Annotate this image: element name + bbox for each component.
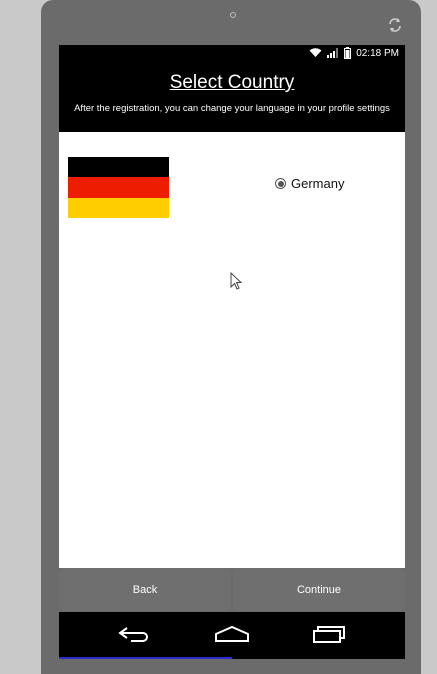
country-list: Germany bbox=[59, 132, 405, 568]
continue-button[interactable]: Continue bbox=[233, 568, 405, 611]
recents-icon[interactable] bbox=[311, 624, 347, 644]
status-bar: 02:18 PM bbox=[59, 45, 405, 63]
rotate-icon[interactable] bbox=[386, 16, 404, 34]
country-option-germany[interactable]: Germany bbox=[275, 176, 344, 191]
button-bar: Back Continue bbox=[59, 568, 405, 612]
flag-stripe-gold bbox=[68, 197, 169, 218]
signal-icon bbox=[327, 48, 339, 58]
radio-selected-dot bbox=[277, 180, 284, 187]
status-time: 02:18 PM bbox=[356, 47, 399, 59]
back-icon[interactable] bbox=[117, 624, 153, 644]
system-nav-bar bbox=[59, 612, 405, 659]
focus-indicator bbox=[59, 657, 232, 659]
flag-stripe-red bbox=[68, 177, 169, 198]
wifi-icon bbox=[309, 48, 322, 57]
country-label: Germany bbox=[291, 176, 345, 191]
battery-icon bbox=[344, 47, 352, 59]
flag-stripe-black bbox=[68, 157, 169, 178]
germany-flag-image bbox=[68, 157, 169, 218]
germany-radio[interactable] bbox=[275, 178, 286, 189]
page-subtitle: After the registration, you can change y… bbox=[74, 103, 390, 114]
camera-dot bbox=[230, 12, 236, 18]
home-icon[interactable] bbox=[214, 624, 250, 644]
page-title: Select Country bbox=[169, 72, 295, 93]
page-header: Select Country After the registration, y… bbox=[59, 63, 405, 132]
app-screen: 02:18 PM Select Country After the regist… bbox=[59, 45, 405, 659]
back-button[interactable]: Back bbox=[59, 568, 231, 611]
mouse-pointer-icon bbox=[230, 272, 243, 290]
tablet-frame: 02:18 PM Select Country After the regist… bbox=[41, 0, 421, 674]
